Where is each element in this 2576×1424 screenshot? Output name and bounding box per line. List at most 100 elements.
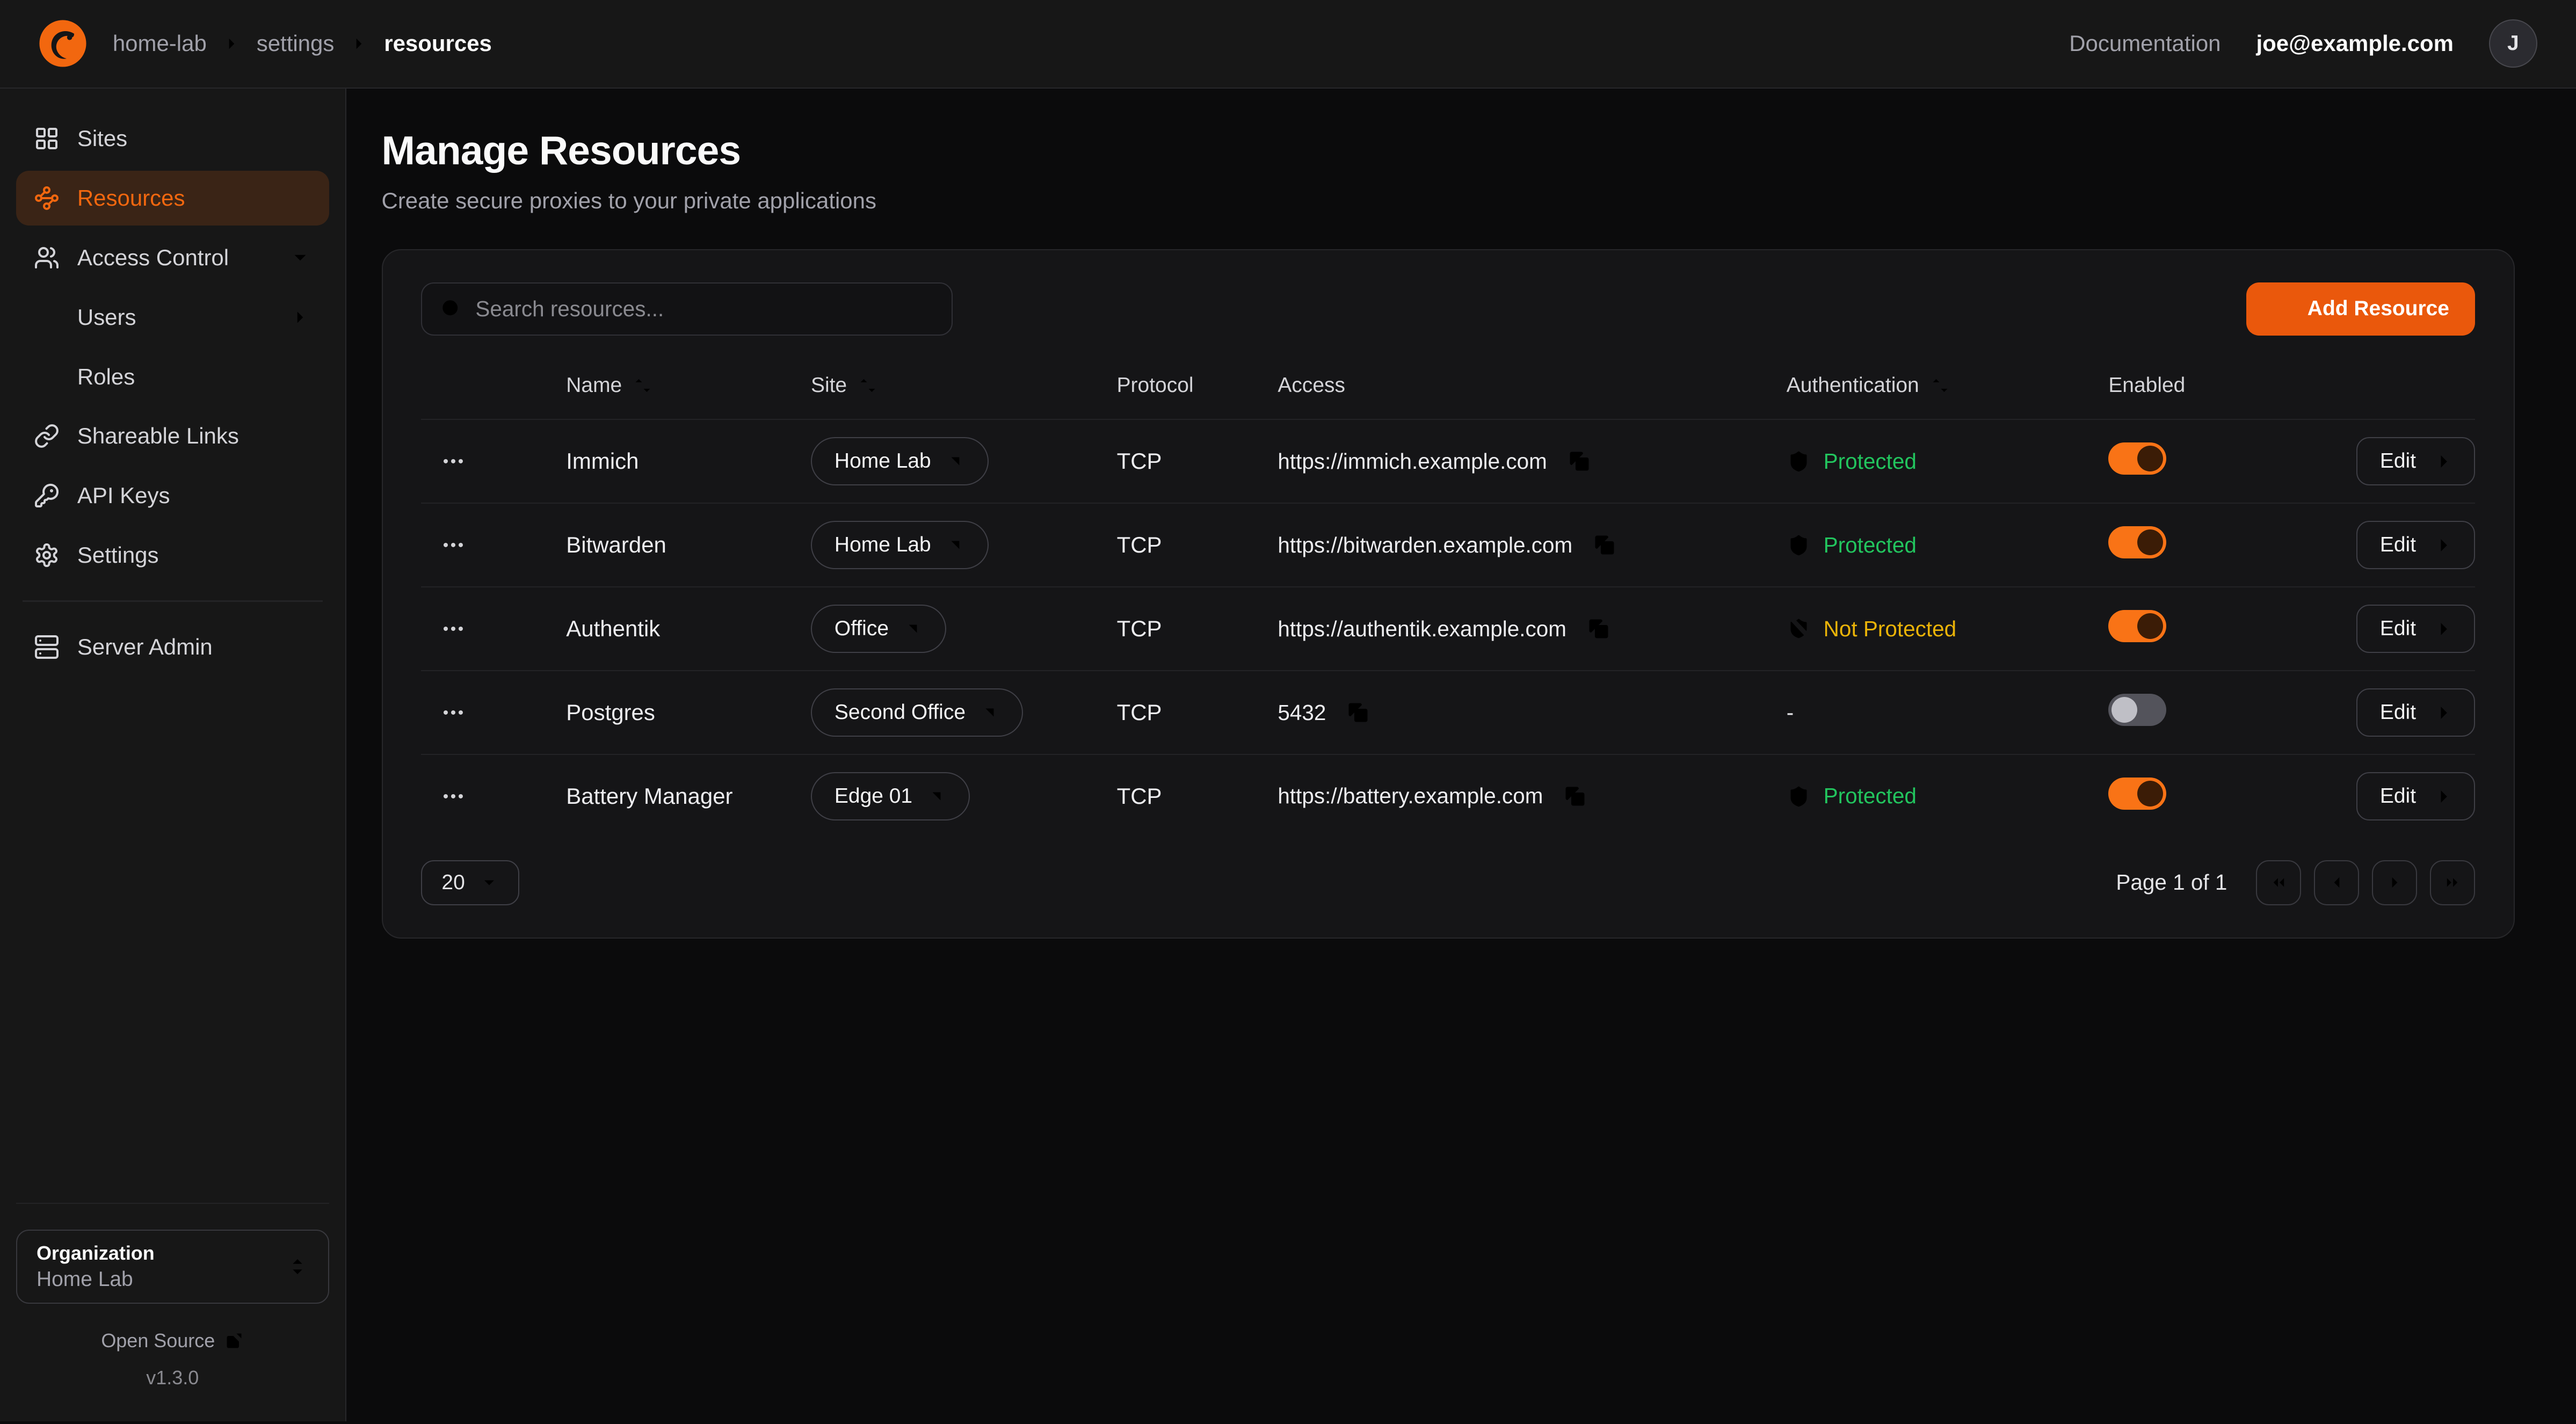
open-source-link[interactable]: Open Source: [16, 1329, 329, 1352]
add-resource-button[interactable]: Add Resource: [2246, 282, 2475, 336]
sidebar-item-sites[interactable]: Sites: [16, 111, 329, 166]
column-header-authentication[interactable]: Authentication: [1787, 374, 2109, 397]
enabled-toggle[interactable]: [2108, 442, 2166, 475]
toggle-thumb: [2137, 613, 2163, 639]
column-header-protocol: Protocol: [1117, 374, 1278, 397]
row-menu-button[interactable]: [431, 609, 476, 648]
sidebar-item-roles[interactable]: Roles: [16, 350, 329, 404]
next-page-button[interactable]: [2372, 860, 2417, 905]
access-url: 5432: [1278, 700, 1326, 725]
page-size-select[interactable]: 20: [421, 860, 519, 905]
grid-icon: [34, 126, 60, 151]
external-link-icon: [224, 1331, 244, 1350]
sidebar: Sites Resources Access Control Users Rol…: [0, 89, 346, 1421]
copy-button[interactable]: [1590, 531, 1619, 560]
breadcrumb-home-lab[interactable]: home-lab: [113, 31, 207, 56]
site-link[interactable]: Second Office: [811, 688, 1023, 737]
toggle-thumb: [2137, 529, 2163, 555]
external-arrow-icon: [927, 787, 946, 806]
access-url: https://bitwarden.example.com: [1278, 533, 1572, 558]
chevron-left-icon: [2326, 872, 2347, 893]
copy-icon: [1347, 701, 1369, 724]
table-row: Postgres Second Office TCP 5432 - Edit: [421, 670, 2475, 754]
enabled-toggle[interactable]: [2108, 610, 2166, 642]
main-content: Manage Resources Create secure proxies t…: [346, 89, 2576, 1421]
sidebar-item-resources[interactable]: Resources: [16, 171, 329, 226]
sidebar-divider: [23, 600, 323, 602]
first-page-button[interactable]: [2256, 860, 2301, 905]
auth-status: Protected: [1787, 449, 2109, 474]
sidebar-item-settings[interactable]: Settings: [16, 528, 329, 583]
last-page-button[interactable]: [2430, 860, 2475, 905]
protocol: TCP: [1117, 532, 1278, 558]
app-logo[interactable]: [39, 19, 87, 68]
chevron-right-icon: [2384, 872, 2405, 893]
edit-button[interactable]: Edit: [2356, 437, 2475, 485]
access-url: https://immich.example.com: [1278, 449, 1547, 474]
copy-button[interactable]: [1584, 614, 1613, 643]
site-link[interactable]: Edge 01: [811, 772, 970, 820]
resource-name: Battery Manager: [566, 783, 811, 809]
column-header-site[interactable]: Site: [811, 374, 1117, 397]
external-arrow-icon: [980, 703, 999, 722]
arrow-right-icon: [2430, 702, 2451, 723]
search-box: [421, 282, 952, 336]
toggle-thumb: [2137, 781, 2163, 807]
sidebar-item-users[interactable]: Users: [16, 290, 329, 345]
row-menu-button[interactable]: [431, 442, 476, 481]
copy-button[interactable]: [1344, 698, 1373, 727]
arrow-right-icon: [2430, 535, 2451, 556]
site-link[interactable]: Home Lab: [811, 437, 989, 485]
gear-icon: [34, 542, 60, 568]
sidebar-item-shareable-links[interactable]: Shareable Links: [16, 409, 329, 463]
enabled-toggle[interactable]: [2108, 778, 2166, 810]
chevrons-up-down-icon: [286, 1255, 309, 1278]
enabled-toggle[interactable]: [2108, 526, 2166, 558]
chevrons-left-icon: [2268, 872, 2289, 893]
shield-check-icon: [1787, 449, 1811, 474]
chevron-right-icon: [289, 306, 311, 329]
sidebar-item-server-admin[interactable]: Server Admin: [16, 620, 329, 674]
copy-icon: [1593, 534, 1616, 556]
table-footer: 20 Page 1 of 1: [421, 860, 2475, 905]
chevron-right-icon: [349, 33, 369, 54]
table-row: Immich Home Lab TCP https://immich.examp…: [421, 419, 2475, 503]
ellipsis-icon: [440, 783, 466, 809]
edit-button[interactable]: Edit: [2356, 688, 2475, 737]
edit-button[interactable]: Edit: [2356, 605, 2475, 653]
sidebar-item-access-control[interactable]: Access Control: [16, 230, 329, 285]
previous-page-button[interactable]: [2314, 860, 2359, 905]
breadcrumb-settings[interactable]: settings: [257, 31, 335, 56]
app-root: home-lab settings resources Documentatio…: [0, 0, 2576, 1423]
resources-card: Add Resource Name Site Protocol Acce: [382, 249, 2515, 939]
sidebar-item-api-keys[interactable]: API Keys: [16, 468, 329, 523]
waypoints-icon: [34, 185, 60, 211]
table-row: Battery Manager Edge 01 TCP https://batt…: [421, 754, 2475, 838]
organization-label: Organization: [37, 1242, 273, 1265]
ellipsis-icon: [440, 532, 466, 558]
row-menu-button[interactable]: [431, 693, 476, 732]
external-arrow-icon: [903, 619, 923, 638]
edit-button[interactable]: Edit: [2356, 772, 2475, 820]
organization-select[interactable]: Organization Home Lab: [16, 1230, 329, 1304]
avatar[interactable]: J: [2489, 19, 2537, 68]
toggle-thumb: [2111, 697, 2137, 723]
edit-button[interactable]: Edit: [2356, 521, 2475, 569]
row-menu-button[interactable]: [431, 777, 476, 816]
user-email[interactable]: joe@example.com: [2256, 31, 2454, 56]
documentation-link[interactable]: Documentation: [2069, 31, 2221, 56]
protocol: TCP: [1117, 616, 1278, 642]
column-header-name[interactable]: Name: [566, 374, 811, 397]
copy-button[interactable]: [1561, 782, 1590, 811]
auth-status: Not Protected: [1787, 616, 2109, 642]
table-row: Authentik Office TCP https://authentik.e…: [421, 586, 2475, 670]
table-header: Name Site Protocol Access Authentication…: [421, 352, 2475, 419]
chevron-down-icon: [480, 873, 499, 892]
copy-button[interactable]: [1565, 447, 1594, 476]
sort-icon: [633, 376, 652, 395]
site-link[interactable]: Office: [811, 605, 946, 653]
site-link[interactable]: Home Lab: [811, 521, 989, 569]
row-menu-button[interactable]: [431, 526, 476, 564]
enabled-toggle[interactable]: [2108, 694, 2166, 726]
search-input[interactable]: [475, 296, 933, 322]
